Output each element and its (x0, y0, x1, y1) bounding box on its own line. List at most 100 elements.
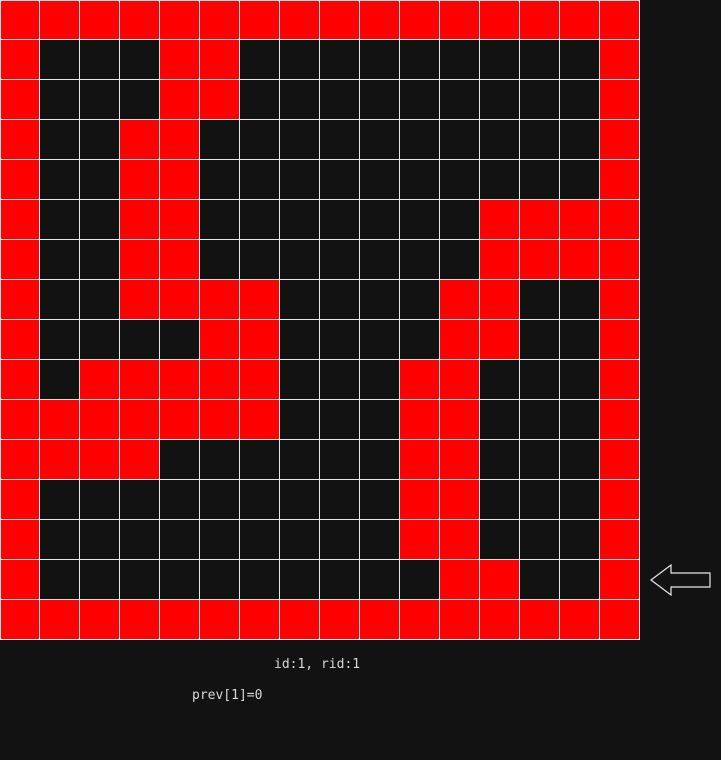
open-cell (240, 40, 280, 80)
wall-cell (0, 400, 40, 440)
wall-cell (600, 40, 640, 80)
open-cell (320, 160, 360, 200)
wall-cell (120, 360, 160, 400)
open-cell (320, 560, 360, 600)
open-cell (400, 560, 440, 600)
wall-cell (440, 480, 480, 520)
wall-cell (600, 400, 640, 440)
open-cell (320, 440, 360, 480)
wall-cell (40, 600, 80, 640)
open-cell (360, 520, 400, 560)
wall-cell (200, 360, 240, 400)
open-cell (40, 360, 80, 400)
open-cell (240, 560, 280, 600)
wall-cell (240, 400, 280, 440)
open-cell (40, 40, 80, 80)
open-cell (320, 520, 360, 560)
open-cell (280, 80, 320, 120)
open-cell (400, 120, 440, 160)
wall-cell (40, 440, 80, 480)
open-cell (160, 560, 200, 600)
open-cell (360, 560, 400, 600)
open-cell (240, 200, 280, 240)
wall-cell (0, 240, 40, 280)
open-cell (560, 520, 600, 560)
open-cell (240, 160, 280, 200)
open-cell (160, 320, 200, 360)
open-cell (160, 480, 200, 520)
wall-cell (0, 0, 40, 40)
open-cell (280, 360, 320, 400)
open-cell (520, 400, 560, 440)
open-cell (440, 40, 480, 80)
open-cell (360, 160, 400, 200)
wall-cell (480, 280, 520, 320)
wall-cell (480, 320, 520, 360)
open-cell (480, 360, 520, 400)
open-cell (280, 400, 320, 440)
wall-cell (600, 240, 640, 280)
wall-cell (200, 40, 240, 80)
open-cell (40, 80, 80, 120)
wall-cell (240, 360, 280, 400)
wall-cell (0, 80, 40, 120)
open-cell (560, 360, 600, 400)
open-cell (80, 80, 120, 120)
open-cell (560, 440, 600, 480)
wall-cell (280, 0, 320, 40)
wall-cell (120, 280, 160, 320)
open-cell (560, 480, 600, 520)
open-cell (240, 80, 280, 120)
wall-cell (600, 440, 640, 480)
wall-cell (0, 600, 40, 640)
wall-cell (80, 440, 120, 480)
wall-cell (360, 0, 400, 40)
wall-cell (80, 600, 120, 640)
wall-cell (0, 200, 40, 240)
open-cell (240, 120, 280, 160)
open-cell (120, 560, 160, 600)
open-cell (400, 240, 440, 280)
wall-cell (120, 240, 160, 280)
wall-cell (0, 480, 40, 520)
open-cell (440, 200, 480, 240)
wall-cell (600, 200, 640, 240)
open-cell (200, 480, 240, 520)
open-cell (120, 80, 160, 120)
open-cell (480, 40, 520, 80)
open-cell (280, 200, 320, 240)
open-cell (560, 280, 600, 320)
open-cell (480, 160, 520, 200)
wall-cell (160, 360, 200, 400)
id-status-text: id:1, rid:1 (274, 657, 361, 672)
wall-cell (0, 520, 40, 560)
open-cell (320, 40, 360, 80)
open-cell (120, 320, 160, 360)
open-cell (200, 560, 240, 600)
wall-cell (520, 240, 560, 280)
open-cell (480, 480, 520, 520)
open-cell (80, 320, 120, 360)
wall-cell (440, 400, 480, 440)
wall-cell (520, 600, 560, 640)
open-cell (480, 440, 520, 480)
open-cell (80, 280, 120, 320)
open-cell (320, 320, 360, 360)
open-cell (480, 120, 520, 160)
wall-cell (560, 600, 600, 640)
open-cell (360, 80, 400, 120)
wall-cell (480, 0, 520, 40)
wall-cell (80, 360, 120, 400)
open-cell (80, 120, 120, 160)
open-cell (360, 280, 400, 320)
wall-cell (160, 200, 200, 240)
wall-cell (560, 200, 600, 240)
open-cell (120, 480, 160, 520)
open-cell (240, 520, 280, 560)
wall-cell (160, 400, 200, 440)
open-cell (360, 200, 400, 240)
open-cell (280, 480, 320, 520)
wall-cell (200, 80, 240, 120)
game-stage: id:1, rid:1 prev[1]=0 (0, 0, 721, 760)
prev-status-text: prev[1]=0 (192, 688, 263, 703)
